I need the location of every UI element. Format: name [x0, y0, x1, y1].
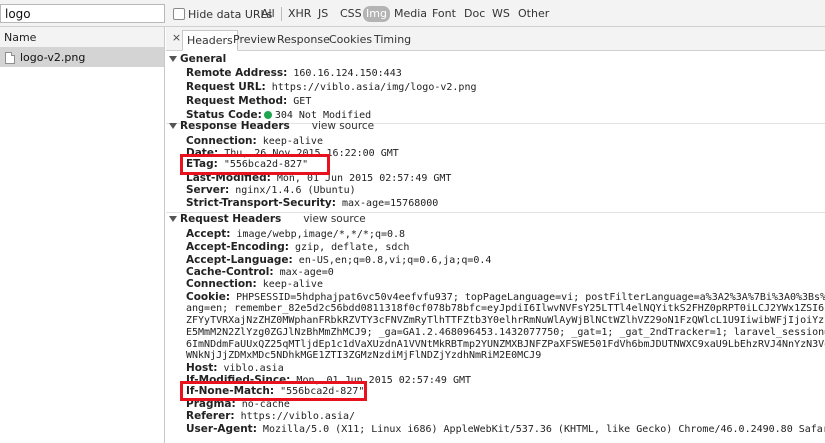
header-row: Strict-Transport-Security: max-age=15768… — [186, 196, 438, 210]
header-value: max-age=15768000 — [341, 198, 439, 209]
header-key: Referer: — [186, 410, 235, 422]
headers-panel: General Remote Address: 160.16.124.150:4… — [166, 51, 825, 443]
type-filter-media[interactable]: Media — [391, 6, 430, 22]
etag-highlight-box — [180, 154, 330, 175]
type-filter-js[interactable]: JS — [315, 6, 331, 22]
triangle-down-icon — [169, 56, 177, 62]
response-headers-title: Response Headers — [180, 120, 290, 132]
header-value: GET — [293, 96, 312, 107]
type-filter-xhr[interactable]: XHR — [285, 6, 314, 22]
header-row: Request Method: GET — [186, 94, 311, 108]
detail-tab-bar: × Headers Preview Response Cookies Timin… — [166, 27, 825, 51]
type-filter-ws[interactable]: WS — [489, 6, 513, 22]
header-value: keep-alive — [262, 279, 323, 290]
header-value: nginx/1.4.6 (Ubuntu) — [235, 185, 356, 196]
header-value: image/webp,image/*,*/*;q=0.8 — [236, 229, 406, 240]
header-row: Accept: image/webp,image/*,*/*;q=0.8 — [186, 227, 405, 241]
type-filter-doc[interactable]: Doc — [461, 6, 488, 22]
cookie-value-line: PHPSESSID=5hdphajpat6vc50v4eefvfu937; to… — [236, 292, 825, 303]
header-row: Referer: https://viblo.asia/ — [186, 409, 355, 423]
header-value: gzip, deflate, sdch — [295, 242, 410, 253]
type-filter-img[interactable]: Img — [363, 6, 390, 22]
header-key: Server: — [186, 184, 230, 196]
header-value: https://viblo.asia/img/logo-v2.png — [271, 82, 477, 93]
request-row[interactable]: logo-v2.png — [0, 48, 164, 67]
header-key: Strict-Transport-Security: — [186, 197, 336, 209]
cookie-value-line: ang=en; remember_82e5d2c56bdd0811318f0cf… — [186, 303, 825, 314]
type-filter-other[interactable]: Other — [515, 6, 552, 22]
cookie-value-line: ZFYyTVRXajNzZHZ0MWphanFRbkRZVTY3cFNVZmRy… — [186, 315, 825, 326]
file-icon — [5, 51, 15, 64]
header-key: Accept-Encoding: — [186, 241, 289, 253]
triangle-down-icon — [169, 216, 177, 222]
cookie-row: Cookie: PHPSESSID=5hdphajpat6vc50v4eefvf… — [186, 290, 825, 304]
header-key: Request Method: — [186, 95, 288, 107]
general-title: General — [180, 53, 227, 65]
general-section-header[interactable]: General — [169, 52, 226, 67]
header-key: Accept: — [186, 228, 231, 240]
network-filter-bar: Hide data URLs All XHR JS CSS Img Media … — [0, 0, 825, 27]
header-value: Mozilla/5.0 (X11; Linux i686) AppleWebKi… — [262, 424, 825, 435]
request-headers-title: Request Headers — [180, 213, 282, 225]
header-row: Request URL: https://viblo.asia/img/logo… — [186, 80, 476, 94]
filter-input[interactable] — [0, 4, 165, 23]
header-row: Remote Address: 160.16.124.150:443 — [186, 66, 402, 80]
name-column-header[interactable]: Name — [0, 27, 164, 48]
header-key: Request URL: — [186, 81, 266, 93]
cookie-value-line: E5MmM2N2ZlYzg0ZGJlNzBhMmZhMCJ9; _ga=GA1.… — [186, 327, 825, 338]
type-filter-all[interactable]: All — [258, 6, 278, 22]
if-none-match-highlight-box — [180, 381, 367, 401]
type-filter-css[interactable]: CSS — [337, 6, 365, 22]
header-key: Remote Address: — [186, 67, 288, 79]
request-file-name: logo-v2.png — [20, 51, 86, 64]
request-list: Name logo-v2.png — [0, 27, 165, 443]
hide-data-urls-checkbox[interactable] — [173, 8, 185, 20]
header-value: 160.16.124.150:443 — [293, 68, 402, 79]
header-key: Connection: — [186, 278, 257, 290]
header-value: https://viblo.asia/ — [240, 411, 355, 422]
header-row: Server: nginx/1.4.6 (Ubuntu) — [186, 183, 356, 197]
header-row: Accept-Encoding: gzip, deflate, sdch — [186, 240, 409, 254]
request-view-source-link[interactable]: view source — [303, 213, 365, 225]
header-key: Cookie: — [186, 291, 231, 303]
tab-timing[interactable]: Timing — [370, 30, 415, 51]
request-headers-section-header[interactable]: Request Headers view source — [169, 212, 366, 227]
header-key: User-Agent: — [186, 423, 257, 435]
triangle-down-icon — [169, 123, 177, 129]
header-row: User-Agent: Mozilla/5.0 (X11; Linux i686… — [186, 422, 825, 436]
type-filter-font[interactable]: Font — [429, 6, 459, 22]
response-headers-section-header[interactable]: Response Headers view source — [169, 119, 374, 134]
status-ok-icon — [263, 111, 272, 119]
response-view-source-link[interactable]: view source — [312, 120, 374, 132]
header-row: Connection: keep-alive — [186, 277, 323, 291]
tab-cookies[interactable]: Cookies — [325, 30, 376, 51]
type-filter-separator — [281, 7, 282, 21]
